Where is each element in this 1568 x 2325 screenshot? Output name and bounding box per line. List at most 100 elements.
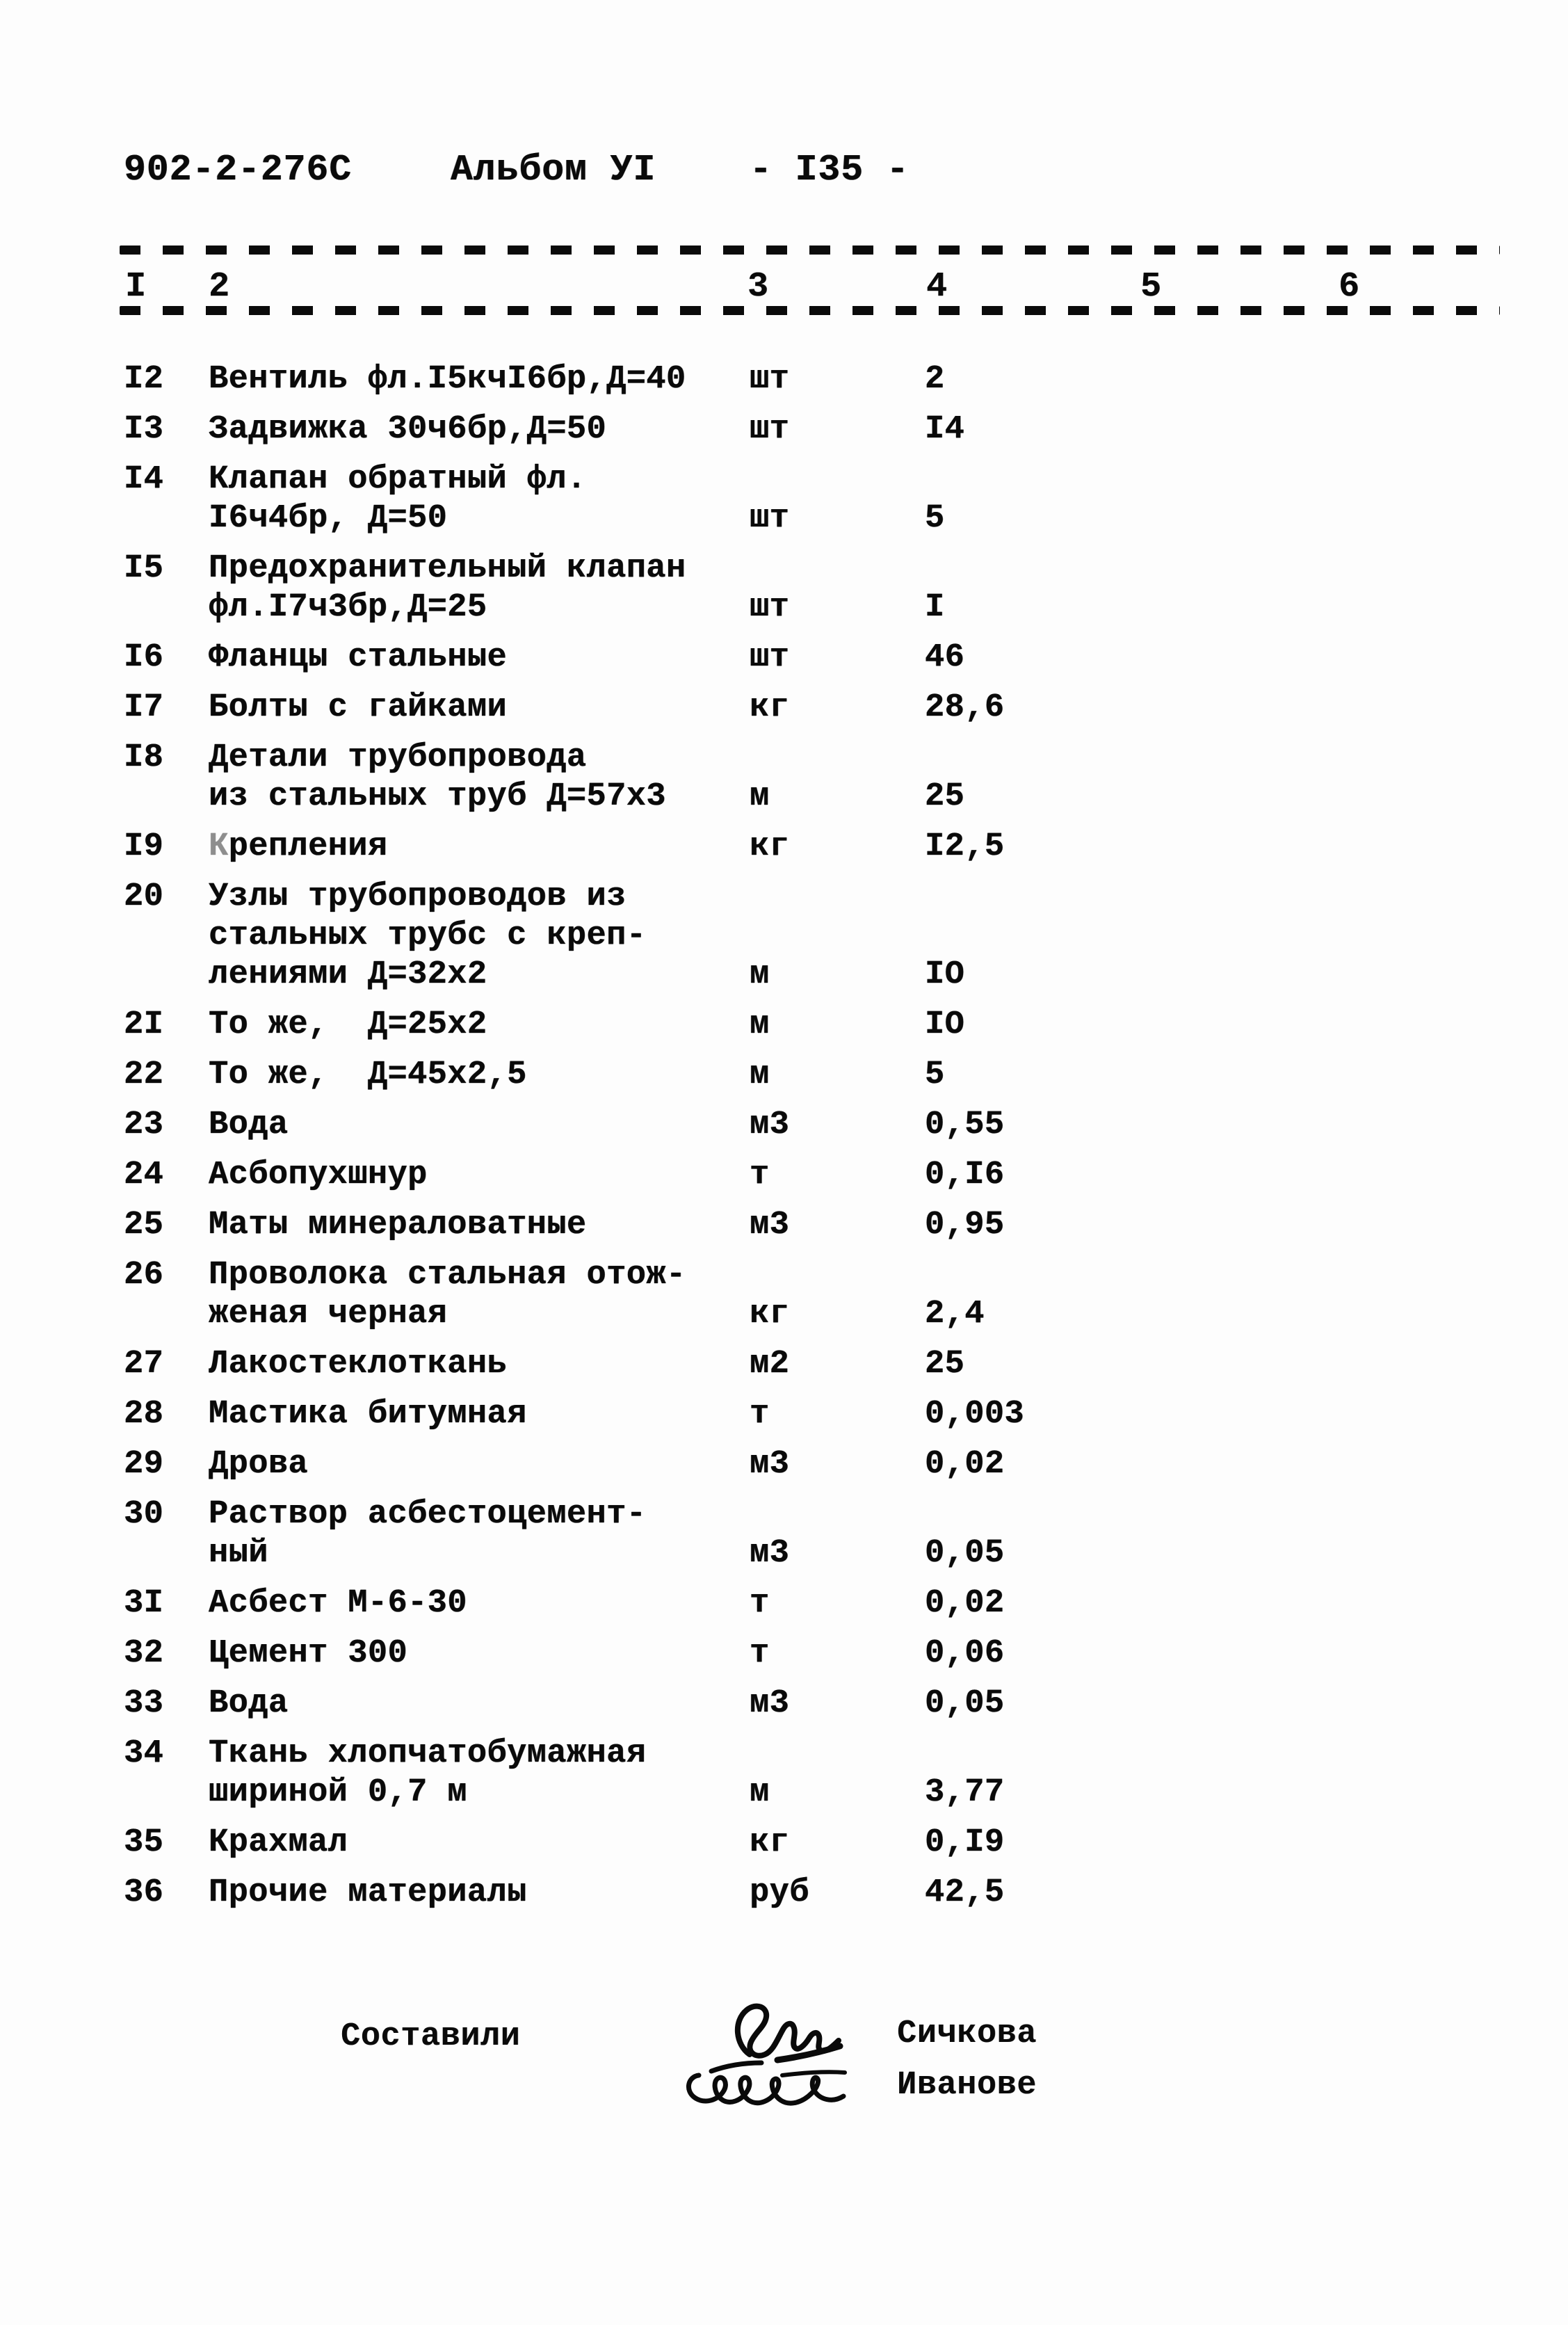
- row-item-name: Вода: [209, 1107, 289, 1143]
- handwritten-signature-2: [686, 2060, 847, 2106]
- row-item-name: Клапан обратный фл.: [209, 461, 587, 498]
- row-unit: шт: [750, 639, 790, 676]
- row-item-name-continued: шириной 0,7 м: [209, 1774, 467, 1811]
- row-item-name: Фланцы стальные: [209, 639, 508, 676]
- row-unit: м: [750, 1056, 770, 1093]
- row-unit: м3: [750, 1446, 790, 1483]
- row-item-number: 32: [124, 1635, 164, 1672]
- row-item-name: Вода: [209, 1685, 289, 1722]
- row-item-name: Раствор асбестоцемент-: [209, 1496, 647, 1533]
- row-unit: кг: [750, 828, 790, 865]
- row-item-number: 33: [124, 1685, 164, 1722]
- row-item-name: Прочие материалы: [209, 1874, 527, 1911]
- table-row: I7 Болты с гайками кг 28,6: [0, 689, 1568, 739]
- table-rule-top: [120, 246, 1500, 255]
- table-row: 3I Асбест М-6-30 т 0,02: [0, 1584, 1568, 1634]
- row-item-name: Задвижка 30ч6бр,Д=50: [209, 411, 607, 448]
- row-item-name-continued: фл.I7ч3бр,Д=25: [209, 589, 487, 626]
- table-row: 36 Прочие материалы руб 42,5: [0, 1874, 1568, 1924]
- row-item-name: Мастика битумная: [209, 1396, 527, 1433]
- table-row: 32 Цемент 300 т 0,06: [0, 1634, 1568, 1684]
- table-rule-bottom: [120, 306, 1500, 315]
- row-item-name: Асбопухшнур: [209, 1157, 428, 1193]
- row-quantity: 0,05: [925, 1685, 1005, 1722]
- row-unit: шт: [750, 500, 790, 537]
- table-row: 22 То же, Д=45х2,5 м 5: [0, 1056, 1568, 1106]
- row-item-number: 22: [124, 1056, 164, 1093]
- row-quantity: 42,5: [925, 1874, 1005, 1911]
- row-item-number: 27: [124, 1346, 164, 1383]
- row-item-number: I9: [124, 828, 164, 865]
- row-quantity: I: [925, 589, 945, 626]
- row-quantity: 5: [925, 1056, 945, 1093]
- table-column-headers: I 2 3 4 5 6: [0, 270, 1568, 312]
- table-row: 26 Проволока стальная отож-женая черная кг…: [0, 1256, 1568, 1345]
- album-label: Альбом УI: [451, 149, 656, 191]
- row-item-number: 36: [124, 1874, 164, 1911]
- row-unit: м3: [750, 1685, 790, 1722]
- column-header-3: 3: [747, 267, 769, 307]
- row-item-number: I5: [124, 550, 164, 587]
- row-item-number: I6: [124, 639, 164, 676]
- row-item-name: Проволока стальная отож-: [209, 1257, 686, 1294]
- page-footer: Составили Сичкова Иванове: [0, 2003, 1568, 2184]
- row-item-number: I4: [124, 461, 164, 498]
- row-quantity: 3,77: [925, 1774, 1005, 1811]
- faded-glyph: К: [209, 828, 229, 865]
- row-item-name: То же, Д=25х2: [209, 1006, 487, 1043]
- row-quantity: 0,I6: [925, 1157, 1005, 1193]
- row-quantity: IO: [925, 1006, 965, 1043]
- row-item-number: 2I: [124, 1006, 164, 1043]
- table-row: 35 Крахмал кг 0,I9: [0, 1824, 1568, 1874]
- row-item-name: Ткань хлопчатобумажная: [209, 1735, 647, 1772]
- row-quantity: 0,02: [925, 1446, 1005, 1483]
- table-row: 2I То же, Д=25х2 м IO: [0, 1006, 1568, 1056]
- row-unit: шт: [750, 589, 790, 626]
- row-unit: т: [750, 1635, 770, 1672]
- row-item-name-continued: стальных трубс с креп-: [209, 917, 647, 954]
- row-item-number: 20: [124, 878, 164, 915]
- row-item-name-continued: женая черная: [209, 1296, 448, 1333]
- row-item-number: I7: [124, 689, 164, 726]
- signer-name-2: Иванове: [897, 2067, 1037, 2104]
- row-quantity: IO: [925, 956, 965, 993]
- row-unit: шт: [750, 411, 790, 448]
- table-row: 20 Узлы трубопроводов из стальных трубс с …: [0, 878, 1568, 1006]
- table-row: I6 Фланцы стальные шт 46: [0, 638, 1568, 689]
- row-quantity: 0,55: [925, 1107, 1005, 1143]
- row-quantity: I2,5: [925, 828, 1005, 865]
- row-quantity: 0,003: [925, 1396, 1025, 1433]
- table-row: 29 Дрова м3 0,02: [0, 1445, 1568, 1495]
- table-row: I8 Детали трубопровода из стальных труб Д=…: [0, 739, 1568, 828]
- row-unit: м3: [750, 1207, 790, 1244]
- row-quantity: 0,06: [925, 1635, 1005, 1672]
- row-item-number: 35: [124, 1824, 164, 1861]
- row-unit: кг: [750, 1296, 790, 1333]
- row-quantity: 0,05: [925, 1535, 1005, 1572]
- table-row: 23 Вода м3 0,55: [0, 1106, 1568, 1156]
- row-item-name: Детали трубопровода: [209, 739, 587, 776]
- table-row: 34 Ткань хлопчатобумажная шириной 0,7 м м 3,…: [0, 1735, 1568, 1824]
- row-item-name: Крепления: [209, 828, 737, 867]
- table-row: 27 Лакостеклоткань м2 25: [0, 1345, 1568, 1395]
- row-item-name-rest: репления: [228, 828, 388, 865]
- row-unit: м2: [750, 1346, 790, 1383]
- table-row: 28 Мастика битумная т 0,003: [0, 1395, 1568, 1445]
- row-quantity: 2: [925, 361, 945, 398]
- row-quantity: 2,4: [925, 1296, 985, 1333]
- row-item-name: То же, Д=45х2,5: [209, 1056, 527, 1093]
- row-unit: м: [750, 956, 770, 993]
- row-item-name: Болты с гайками: [209, 689, 508, 726]
- row-item-number: 24: [124, 1157, 164, 1193]
- table-row: I9 Крепления кг I2,5: [0, 828, 1568, 878]
- signer-name-1: Сичкова: [897, 2016, 1037, 2052]
- row-unit: м: [750, 778, 770, 815]
- row-item-name-continued: из стальных труб Д=57х3: [209, 778, 666, 815]
- table-row: 24 Асбопухшнур т 0,I6: [0, 1156, 1568, 1206]
- row-item-name: Крахмал: [209, 1824, 348, 1861]
- table-row: 33 Вода м3 0,05: [0, 1684, 1568, 1735]
- row-unit: м: [750, 1006, 770, 1043]
- row-item-number: 25: [124, 1207, 164, 1244]
- row-quantity: 0,02: [925, 1585, 1005, 1622]
- row-item-name-continued: лениями Д=32х2: [209, 956, 487, 993]
